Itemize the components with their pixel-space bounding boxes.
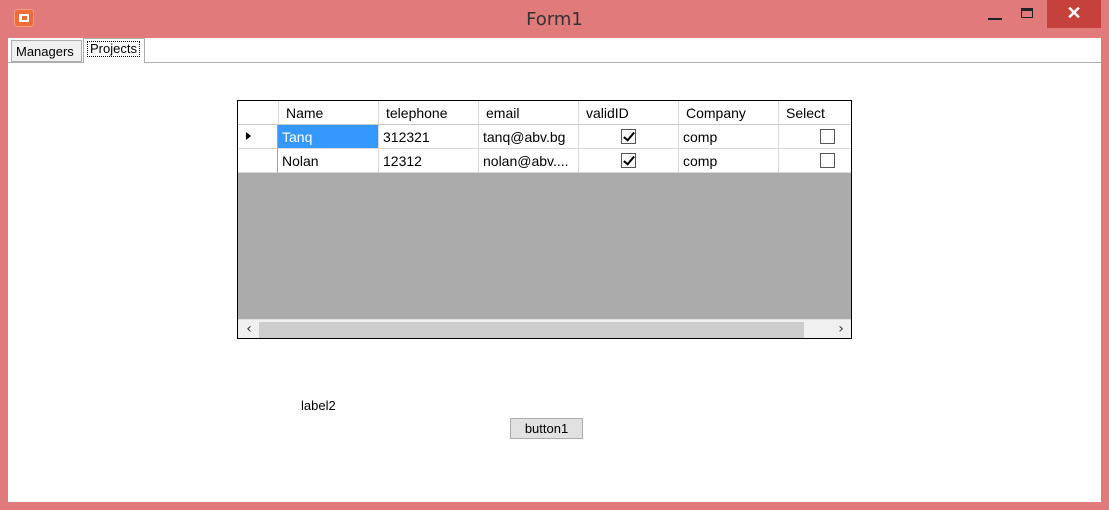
cell-email[interactable]: nolan@abv.... bbox=[479, 149, 579, 173]
current-row-arrow-icon bbox=[246, 132, 251, 140]
cell-name[interactable]: Tanq bbox=[278, 125, 379, 149]
table-row[interactable]: Tanq 312321 tanq@abv.bg comp bbox=[238, 125, 851, 149]
validid-checkbox[interactable] bbox=[621, 153, 636, 168]
title-bar[interactable]: Form1 ✕ bbox=[0, 0, 1109, 38]
label2: label2 bbox=[301, 398, 336, 413]
cell-validid[interactable] bbox=[579, 149, 679, 173]
button1[interactable]: button1 bbox=[510, 418, 583, 439]
column-header-name[interactable]: Name bbox=[279, 101, 379, 125]
minimize-button[interactable] bbox=[980, 0, 1010, 28]
close-icon: ✕ bbox=[1066, 3, 1082, 23]
client-area: Managers Projects Name telephone email v… bbox=[8, 38, 1101, 502]
minimize-icon bbox=[988, 18, 1002, 20]
column-header-validid[interactable]: validID bbox=[579, 101, 679, 125]
cell-company[interactable]: comp bbox=[679, 125, 779, 149]
cell-name[interactable]: Nolan bbox=[278, 149, 379, 173]
scroll-right-arrow-icon[interactable]: › bbox=[832, 321, 850, 338]
cell-company[interactable]: comp bbox=[679, 149, 779, 173]
maximize-button[interactable] bbox=[1014, 0, 1044, 28]
cell-validid[interactable] bbox=[579, 125, 679, 149]
cell-email[interactable]: tanq@abv.bg bbox=[479, 125, 579, 149]
form1-window: Form1 ✕ Managers Projects Name telephone… bbox=[0, 0, 1109, 510]
cell-select[interactable] bbox=[779, 125, 851, 149]
tab-managers[interactable]: Managers bbox=[11, 40, 82, 62]
tab-managers-label: Managers bbox=[16, 44, 74, 59]
scroll-left-arrow-icon[interactable]: ‹ bbox=[240, 321, 258, 338]
data-grid[interactable]: Name telephone email validID Company Sel… bbox=[237, 100, 852, 339]
row-header[interactable] bbox=[238, 149, 278, 173]
tab-strip: Managers Projects bbox=[8, 38, 1101, 63]
column-header-telephone[interactable]: telephone bbox=[379, 101, 479, 125]
corner-header-cell[interactable] bbox=[238, 101, 279, 125]
column-header-company[interactable]: Company bbox=[679, 101, 779, 125]
cell-select[interactable] bbox=[779, 149, 851, 173]
cell-telephone[interactable]: 312321 bbox=[379, 125, 479, 149]
column-header-select[interactable]: Select bbox=[779, 101, 851, 125]
horizontal-scrollbar[interactable]: ‹ › bbox=[238, 319, 851, 338]
table-row[interactable]: Nolan 12312 nolan@abv.... comp bbox=[238, 149, 851, 173]
window-title: Form1 bbox=[526, 9, 583, 30]
grid-header: Name telephone email validID Company Sel… bbox=[238, 101, 851, 125]
row-header[interactable] bbox=[238, 125, 278, 149]
select-checkbox[interactable] bbox=[820, 129, 835, 144]
tab-projects[interactable]: Projects bbox=[83, 38, 145, 63]
cell-telephone[interactable]: 12312 bbox=[379, 149, 479, 173]
select-checkbox[interactable] bbox=[820, 153, 835, 168]
close-button[interactable]: ✕ bbox=[1047, 0, 1101, 28]
scroll-thumb[interactable] bbox=[259, 322, 804, 338]
tab-projects-label: Projects bbox=[87, 41, 140, 57]
column-header-email[interactable]: email bbox=[479, 101, 579, 125]
maximize-icon bbox=[1021, 8, 1033, 18]
validid-checkbox[interactable] bbox=[621, 129, 636, 144]
